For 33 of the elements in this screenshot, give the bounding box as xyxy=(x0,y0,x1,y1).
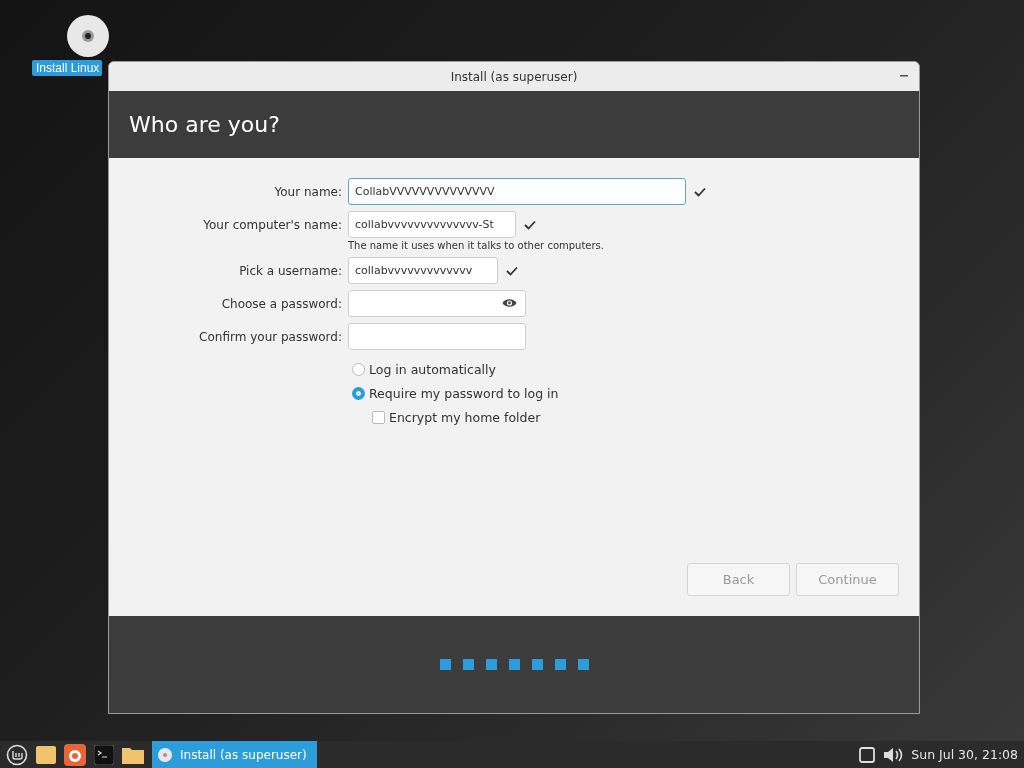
checkmark-icon xyxy=(506,265,518,276)
page-heading: Who are you? xyxy=(129,112,280,137)
password-field[interactable] xyxy=(348,290,526,317)
disc-icon xyxy=(158,747,172,762)
radio-button[interactable] xyxy=(352,363,365,376)
folder-icon[interactable] xyxy=(36,744,56,765)
network-icon[interactable] xyxy=(859,746,876,763)
field-label: Pick a username: xyxy=(238,263,342,278)
radio-button[interactable] xyxy=(352,387,365,400)
minimize-icon xyxy=(900,75,908,77)
field-label: Confirm your password: xyxy=(198,329,342,344)
terminal-icon[interactable] xyxy=(94,744,114,765)
checkmark-icon xyxy=(694,186,706,197)
input-field[interactable]: CollabVVVVVVVVVVVVVV xyxy=(348,178,686,205)
window-title: Install (as superuser) xyxy=(450,69,578,84)
option-label[interactable]: Log in automatically xyxy=(369,362,496,377)
field-label: Choose a password: xyxy=(220,296,342,311)
menu-icon[interactable] xyxy=(6,743,28,766)
input-field[interactable]: collabvvvvvvvvvvvvv xyxy=(348,257,498,284)
eye-icon[interactable] xyxy=(502,298,517,308)
input-field[interactable]: collabvvvvvvvvvvvvvv-St xyxy=(348,211,516,238)
field-label: Your name: xyxy=(273,184,342,199)
field-label: Your computer's name: xyxy=(202,217,342,232)
input-field[interactable] xyxy=(348,323,526,350)
clock[interactable]: Sun Jul 30, 21:08 xyxy=(911,747,1018,762)
option-label[interactable]: Encrypt my home folder xyxy=(389,410,541,425)
disc-icon[interactable] xyxy=(66,14,110,58)
browser-icon[interactable] xyxy=(64,743,86,766)
checkmark-icon xyxy=(524,219,536,230)
option-label[interactable]: Require my password to log in xyxy=(369,386,559,401)
field-hint: The name it uses when it talks to other computers. xyxy=(348,240,605,251)
volume-icon[interactable] xyxy=(883,746,904,763)
checkbox[interactable] xyxy=(372,411,385,424)
